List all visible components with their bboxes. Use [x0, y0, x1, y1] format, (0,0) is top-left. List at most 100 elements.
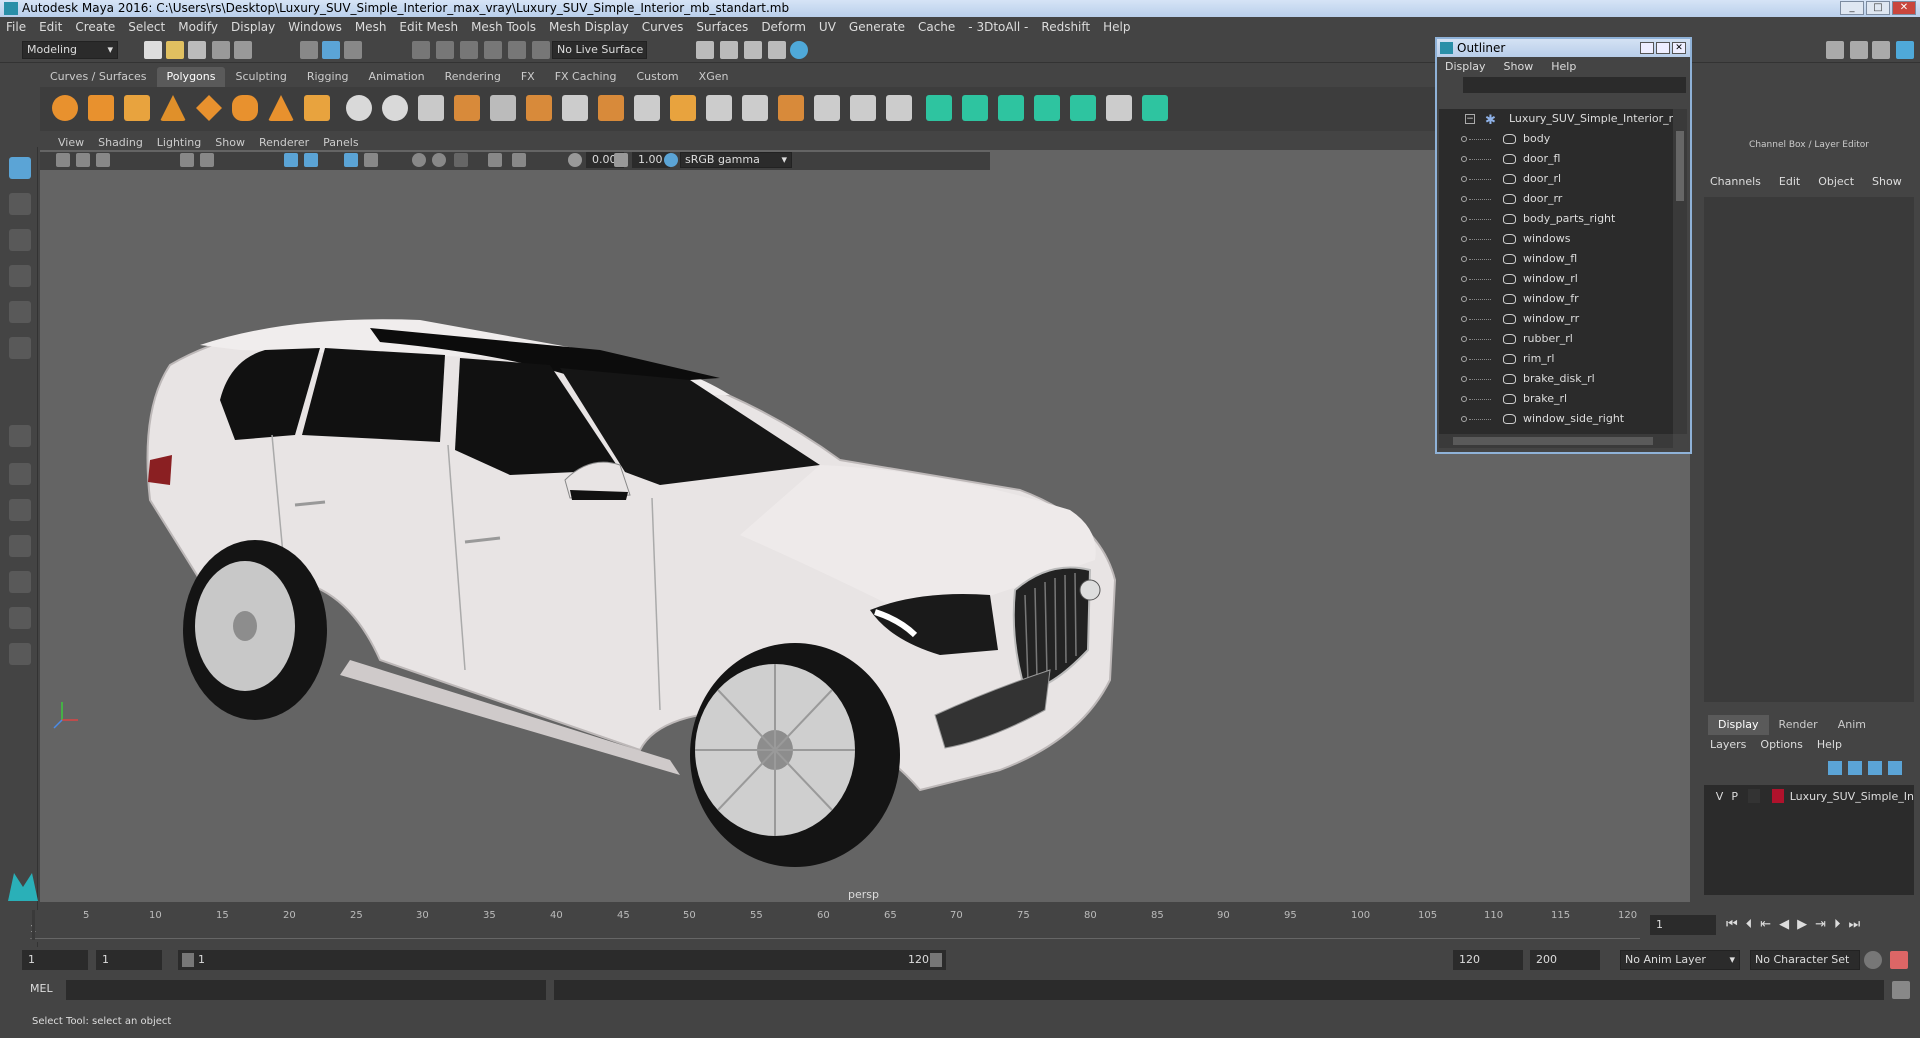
menu-set-dropdown[interactable]: Modeling ▾	[22, 41, 118, 59]
menu-generate[interactable]: Generate	[849, 20, 905, 34]
layout-uv-icon[interactable]	[1142, 95, 1168, 121]
new-layer-selected-icon[interactable]	[1888, 761, 1902, 775]
tab-custom[interactable]: Custom	[627, 67, 689, 87]
step-back-key-icon[interactable]: ⇤	[1760, 917, 1771, 932]
poly-cylinder-icon[interactable]	[124, 95, 150, 121]
layer-visibility-toggle[interactable]: V	[1712, 790, 1727, 803]
append-polygon-icon[interactable]	[634, 95, 660, 121]
list-item[interactable]: windows	[1439, 229, 1673, 249]
minimize-button[interactable]	[1640, 42, 1654, 54]
menu-windows[interactable]: Windows	[288, 20, 342, 34]
merge-icon[interactable]	[706, 95, 732, 121]
step-back-icon[interactable]: ⏴	[1746, 917, 1753, 932]
play-backwards-icon[interactable]: ◀	[1779, 917, 1789, 932]
current-frame-field[interactable]: 1	[1650, 915, 1716, 935]
tab-anim-layers[interactable]: Anim	[1828, 715, 1876, 735]
live-surface-field[interactable]: No Live Surface	[552, 41, 647, 59]
close-button[interactable]: ✕	[1892, 1, 1916, 15]
outliner-menu-help[interactable]: Help	[1551, 60, 1576, 73]
list-item[interactable]: door_fl	[1439, 149, 1673, 169]
extract-icon[interactable]	[418, 95, 444, 121]
planar-uv-icon[interactable]	[886, 95, 912, 121]
paint-select-tool-icon[interactable]	[9, 229, 31, 251]
move-layer-down-icon[interactable]	[1848, 761, 1862, 775]
range-slider[interactable]: 1 120	[178, 950, 946, 970]
menu-deform[interactable]: Deform	[761, 20, 806, 34]
channel-menu-channels[interactable]: Channels	[1710, 175, 1761, 188]
channel-menu-object[interactable]: Object	[1818, 175, 1854, 188]
script-editor-icon[interactable]	[1892, 981, 1910, 999]
list-item[interactable]: window_fr	[1439, 289, 1673, 309]
outliner-search-field[interactable]	[1463, 77, 1686, 93]
snap-curve-icon[interactable]	[436, 41, 454, 59]
outliner-root-item[interactable]: − ✱ Luxury_SUV_Simple_Interior_ncl1_	[1439, 109, 1673, 129]
scale-tool-icon[interactable]	[9, 337, 31, 359]
start-time-field[interactable]: 1	[22, 950, 88, 970]
poly-sphere-icon[interactable]	[52, 95, 78, 121]
poly-cone-icon[interactable]	[160, 95, 186, 121]
select-tool-icon[interactable]	[9, 157, 31, 179]
layer-menu-layers[interactable]: Layers	[1710, 738, 1746, 751]
panel-menu-shading[interactable]: Shading	[98, 136, 143, 149]
layer-menu-help[interactable]: Help	[1817, 738, 1842, 751]
render-view-icon[interactable]	[696, 41, 714, 59]
menu-edit-mesh[interactable]: Edit Mesh	[399, 20, 458, 34]
fill-hole-icon[interactable]	[670, 95, 696, 121]
insert-edge-loop-icon[interactable]	[814, 95, 840, 121]
tab-display-layers[interactable]: Display	[1708, 715, 1769, 735]
tab-curves-surfaces[interactable]: Curves / Surfaces	[40, 67, 157, 87]
outliner-horizontal-scrollbar[interactable]	[1439, 434, 1673, 448]
layer-playback-toggle[interactable]: P	[1727, 790, 1742, 803]
current-time-indicator[interactable]	[32, 910, 35, 940]
list-item[interactable]: window_rl	[1439, 269, 1673, 289]
target-weld-icon[interactable]	[778, 95, 804, 121]
menu-edit[interactable]: Edit	[39, 20, 62, 34]
poly-pyramid-icon[interactable]	[268, 95, 294, 121]
range-end-handle[interactable]	[930, 953, 942, 967]
animation-prefs-icon[interactable]	[1890, 951, 1908, 969]
list-item[interactable]: body	[1439, 129, 1673, 149]
extrude-icon[interactable]	[526, 95, 552, 121]
panel-menu-panels[interactable]: Panels	[323, 136, 358, 149]
playback-end-field[interactable]: 120	[1453, 950, 1523, 970]
bevel-icon[interactable]	[598, 95, 624, 121]
snap-surface-icon[interactable]	[508, 41, 526, 59]
open-scene-icon[interactable]	[166, 41, 184, 59]
single-perspective-layout-icon[interactable]	[9, 425, 31, 447]
go-to-start-icon[interactable]: ⏮	[1726, 917, 1738, 932]
list-item[interactable]: body_parts_right	[1439, 209, 1673, 229]
tab-polygons[interactable]: Polygons	[156, 67, 226, 87]
snap-view-icon[interactable]	[484, 41, 502, 59]
new-scene-icon[interactable]	[144, 41, 162, 59]
menu-cache[interactable]: Cache	[918, 20, 955, 34]
auto-key-icon[interactable]	[1864, 951, 1882, 969]
boolean-icon[interactable]	[490, 95, 516, 121]
offset-edge-loop-icon[interactable]	[850, 95, 876, 121]
hypershade-icon[interactable]	[790, 41, 808, 59]
separate-icon[interactable]	[382, 95, 408, 121]
range-start-handle[interactable]	[182, 953, 194, 967]
maximize-button[interactable]	[1656, 42, 1670, 54]
list-item[interactable]: window_side_right	[1439, 409, 1673, 429]
step-forward-icon[interactable]: ⏵	[1834, 917, 1841, 932]
uv-editor-icon[interactable]	[926, 95, 952, 121]
tab-animation[interactable]: Animation	[359, 67, 435, 87]
tab-rigging[interactable]: Rigging	[297, 67, 359, 87]
modeling-toolkit-icon[interactable]	[1826, 41, 1844, 59]
command-input[interactable]	[66, 980, 546, 1000]
poly-cube-icon[interactable]	[88, 95, 114, 121]
spherical-uv-icon[interactable]	[1034, 95, 1060, 121]
tab-fx[interactable]: FX	[511, 67, 545, 87]
ipr-render-icon[interactable]	[744, 41, 762, 59]
panel-menu-view[interactable]: View	[58, 136, 84, 149]
new-layer-icon[interactable]	[1868, 761, 1882, 775]
persp-graph-layout-icon[interactable]	[9, 535, 31, 557]
character-set-dropdown[interactable]: No Character Set	[1750, 950, 1860, 970]
menu-create[interactable]: Create	[75, 20, 115, 34]
list-item[interactable]: brake_rl	[1439, 389, 1673, 409]
lasso-tool-icon[interactable]	[9, 193, 31, 215]
tool-settings-icon[interactable]	[1872, 41, 1890, 59]
menu-3dtoall[interactable]: - 3DtoAll -	[968, 20, 1028, 34]
cylindrical-uv-icon[interactable]	[998, 95, 1024, 121]
menu-help[interactable]: Help	[1103, 20, 1130, 34]
